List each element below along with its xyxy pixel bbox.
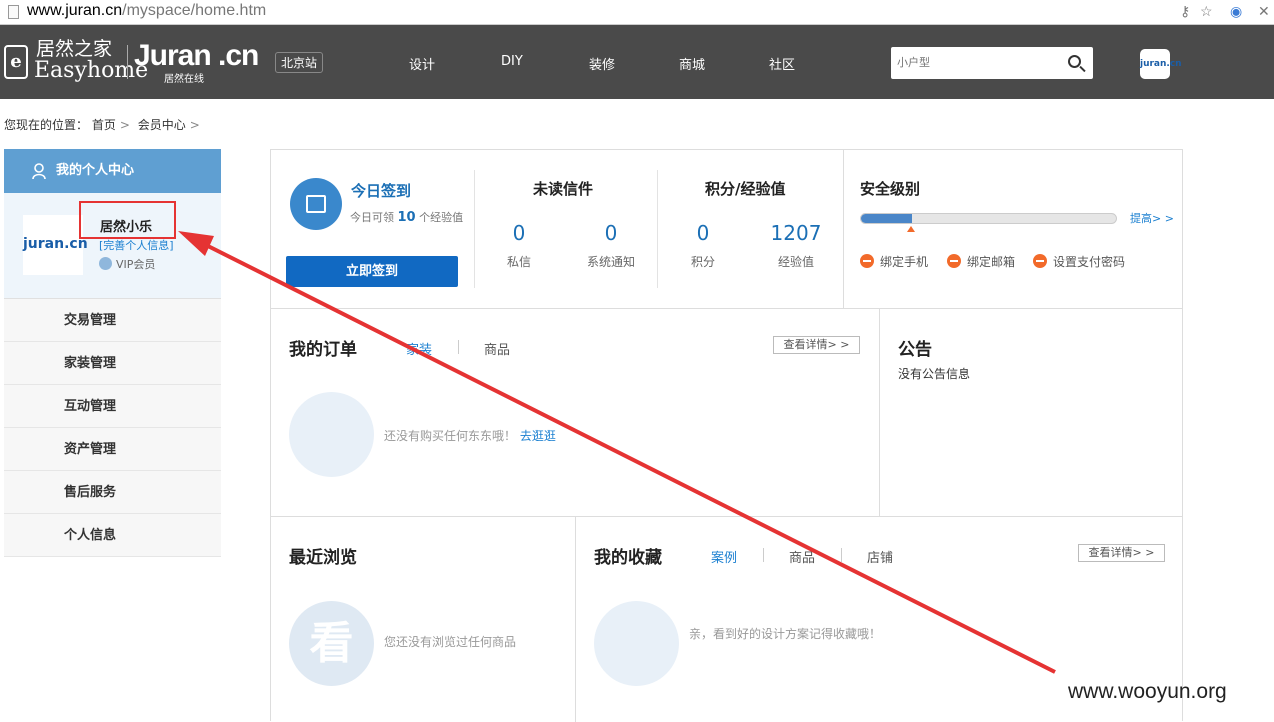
system-notice-count[interactable]: 0 xyxy=(571,221,651,245)
tab-cases[interactable]: 案例 xyxy=(711,547,737,566)
notice-empty: 没有公告信息 xyxy=(898,367,971,381)
search-box xyxy=(891,47,1093,79)
points-label: 积分 xyxy=(690,255,715,269)
vip-medal-icon xyxy=(99,257,112,270)
warning-icon xyxy=(860,254,874,268)
notice-panel: 公告 没有公告信息 xyxy=(879,308,1183,516)
security-panel: 安全级别 提高> > 绑定手机 绑定邮箱 设置支付密码 xyxy=(843,150,1183,308)
go-shopping-link[interactable]: 去逛逛 xyxy=(520,429,556,443)
heart-plus-icon xyxy=(594,601,679,686)
breadcrumb: 您现在的位置： 首页 > 会员中心 > xyxy=(4,118,200,132)
recent-title: 最近浏览 xyxy=(289,548,357,568)
calendar-icon xyxy=(290,178,342,230)
sidebar-item-interaction[interactable]: 互动管理 xyxy=(4,385,221,428)
sidebar-item-assets[interactable]: 资产管理 xyxy=(4,428,221,471)
favorites-empty: 亲，看到好的设计方案记得收藏哦！ xyxy=(689,627,882,641)
level-marker-icon xyxy=(907,226,915,232)
set-pay-password[interactable]: 设置支付密码 xyxy=(1033,253,1125,270)
search-input[interactable] xyxy=(897,47,1067,77)
user-icon xyxy=(32,163,46,179)
url-text[interactable]: www.juran.cn/myspace/home.htm xyxy=(27,2,266,20)
recent-empty: 您还没有浏览过任何商品 xyxy=(384,635,517,649)
breadcrumb-member-center[interactable]: 会员中心 xyxy=(138,118,186,132)
favorites-title: 我的收藏 xyxy=(594,548,662,568)
watermark: www.wooyun.org xyxy=(1068,680,1227,703)
complete-profile-link[interactable]: [完善个人信息] xyxy=(99,237,174,253)
orders-empty: 还没有购买任何东东哦！ 去逛逛 xyxy=(384,429,556,443)
tab-home-decor[interactable]: 家装 xyxy=(406,339,432,358)
breadcrumb-prefix: 您现在的位置： xyxy=(4,118,89,132)
breadcrumb-home[interactable]: 首页 xyxy=(92,118,116,132)
exp-label: 经验值 xyxy=(777,255,814,269)
logo-en: Easyhome xyxy=(34,58,149,83)
browser-address-bar[interactable]: www.juran.cn/myspace/home.htm ⚷ ☆ ◉ ✕ xyxy=(0,0,1274,25)
sidebar-item-home-decor[interactable]: 家装管理 xyxy=(4,342,221,385)
easyhome-logo-icon[interactable]: e xyxy=(4,45,28,79)
sidebar-item-after-sales[interactable]: 售后服务 xyxy=(4,471,221,514)
security-title: 安全级别 xyxy=(860,180,921,198)
private-msg-count[interactable]: 0 xyxy=(499,221,539,245)
nav-item-design[interactable]: 设计 xyxy=(409,54,435,73)
tab-fav-goods[interactable]: 商品 xyxy=(789,547,815,566)
page-icon xyxy=(8,5,19,19)
orders-detail-button[interactable]: 查看详情> > xyxy=(773,336,860,354)
logo-divider xyxy=(127,45,128,79)
sidebar-header: 我的个人中心 xyxy=(4,149,221,193)
messages-title: 未读信件 xyxy=(533,180,594,198)
city-selector[interactable]: 北京站 xyxy=(275,52,324,73)
warning-icon xyxy=(1033,254,1047,268)
warning-icon xyxy=(947,254,961,268)
top-navigation: e 居然之家 Easyhome Juran .cn 居然在线 北京站 设计 DI… xyxy=(0,25,1274,99)
signin-title: 今日签到 xyxy=(351,182,412,200)
recent-panel: 最近浏览 看 您还没有浏览过任何商品 xyxy=(271,516,575,722)
sidebar-title: 我的个人中心 xyxy=(56,163,135,178)
vip-badge: VIP会员 xyxy=(99,256,155,272)
points-value[interactable]: 0 xyxy=(683,221,723,245)
improve-link[interactable]: 提高> > xyxy=(1130,210,1174,226)
nav-item-decoration[interactable]: 装修 xyxy=(589,54,615,73)
signin-desc: 今日可领 10 个经验值 xyxy=(350,210,464,225)
nav-item-community[interactable]: 社区 xyxy=(769,54,795,73)
signin-button[interactable]: 立即签到 xyxy=(286,256,458,287)
receipt-icon xyxy=(289,392,374,477)
profile-logo[interactable]: juran.cn xyxy=(23,215,88,275)
security-level-bar xyxy=(860,213,1117,224)
system-notice-label: 系统通知 xyxy=(586,255,635,269)
nav-item-diy[interactable]: DIY xyxy=(501,54,523,69)
tab-stores[interactable]: 店铺 xyxy=(867,547,893,566)
score-title: 积分/经验值 xyxy=(705,180,786,198)
sidebar-item-personal-info[interactable]: 个人信息 xyxy=(4,514,221,557)
annotation-box xyxy=(79,201,176,239)
bind-phone[interactable]: 绑定手机 xyxy=(860,253,928,270)
main-panel: 今日签到 今日可领 10 个经验值 立即签到 未读信件 0 私信 0 系统通知 … xyxy=(270,149,1183,722)
private-msg-label: 私信 xyxy=(506,255,531,269)
sidebar-item-trade[interactable]: 交易管理 xyxy=(4,299,221,342)
exp-value[interactable]: 1207 xyxy=(763,221,829,245)
nav-item-mall[interactable]: 商城 xyxy=(679,54,705,73)
tab-goods[interactable]: 商品 xyxy=(484,339,510,358)
stats-row: 今日签到 今日可领 10 个经验值 立即签到 未读信件 0 私信 0 系统通知 … xyxy=(271,150,843,308)
wrench-icon[interactable]: ✕ xyxy=(1258,3,1270,20)
key-icon[interactable]: ⚷ xyxy=(1180,3,1190,20)
star-icon[interactable]: ☆ xyxy=(1200,3,1213,20)
bind-email[interactable]: 绑定邮箱 xyxy=(947,253,1015,270)
user-avatar[interactable]: juran.cn xyxy=(1140,49,1182,79)
logo-cn: 居然之家 xyxy=(36,38,113,60)
juran-logo-sub: 居然在线 xyxy=(164,74,204,85)
orders-title: 我的订单 xyxy=(289,340,357,360)
juran-logo[interactable]: Juran .cn xyxy=(134,39,259,73)
favorites-detail-button[interactable]: 查看详情> > xyxy=(1078,544,1165,562)
globe-icon[interactable]: ◉ xyxy=(1230,3,1242,20)
notice-title: 公告 xyxy=(898,340,932,360)
search-icon[interactable] xyxy=(1068,55,1081,68)
orders-panel: 我的订单 家装 商品 查看详情> > 还没有购买任何东东哦！ 去逛逛 xyxy=(271,308,879,516)
view-icon: 看 xyxy=(289,601,374,686)
